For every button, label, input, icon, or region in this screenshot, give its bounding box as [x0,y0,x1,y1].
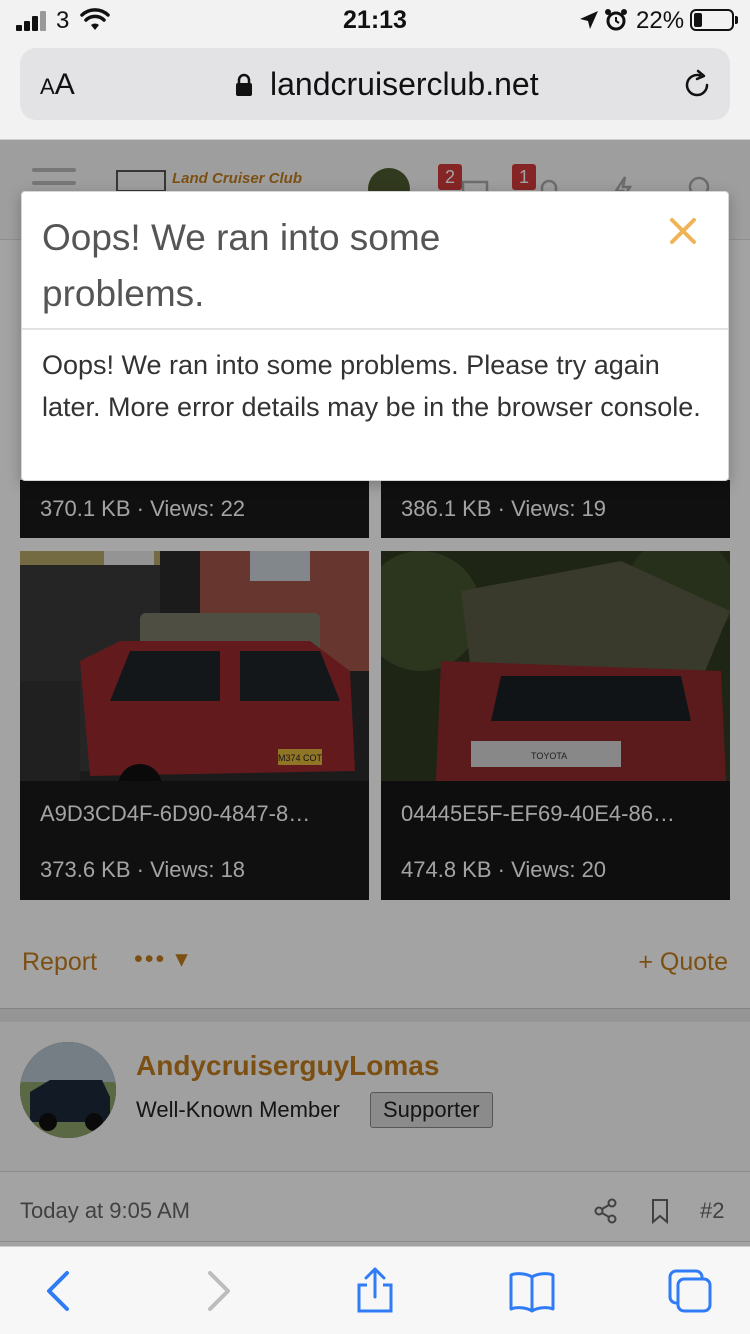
browser-address-area: AA landcruiserclub.net [0,42,750,140]
share-sheet-icon[interactable] [351,1267,399,1315]
tabs-icon[interactable] [666,1267,714,1315]
error-dialog-message: Oops! We ran into some problems. Please … [42,350,701,422]
alarm-icon [605,9,627,31]
battery-percent: 22% [636,7,685,34]
url-text[interactable]: landcruiserclub.net [270,66,539,103]
location-arrow-icon [580,11,598,29]
lock-icon [236,73,252,96]
close-icon[interactable] [666,214,700,248]
error-dialog-title: Oops! We ran into some problems. [42,217,441,314]
browser-toolbar [0,1246,750,1334]
status-bar: 3 21:13 22% [0,0,750,42]
error-dialog: Oops! We ran into some problems. Oops! W… [21,191,729,481]
forward-icon[interactable] [194,1267,242,1315]
back-icon[interactable] [35,1267,83,1315]
dialog-divider [22,328,728,330]
bookmarks-icon[interactable] [508,1267,556,1315]
battery-icon [690,9,738,31]
text-size-button[interactable]: AA [40,68,75,102]
web-page: Land Cruiser Club 2 1 370.1 KB · Views: … [0,140,750,1246]
reload-icon[interactable] [680,68,714,102]
address-bar[interactable]: AA landcruiserclub.net [20,48,730,120]
